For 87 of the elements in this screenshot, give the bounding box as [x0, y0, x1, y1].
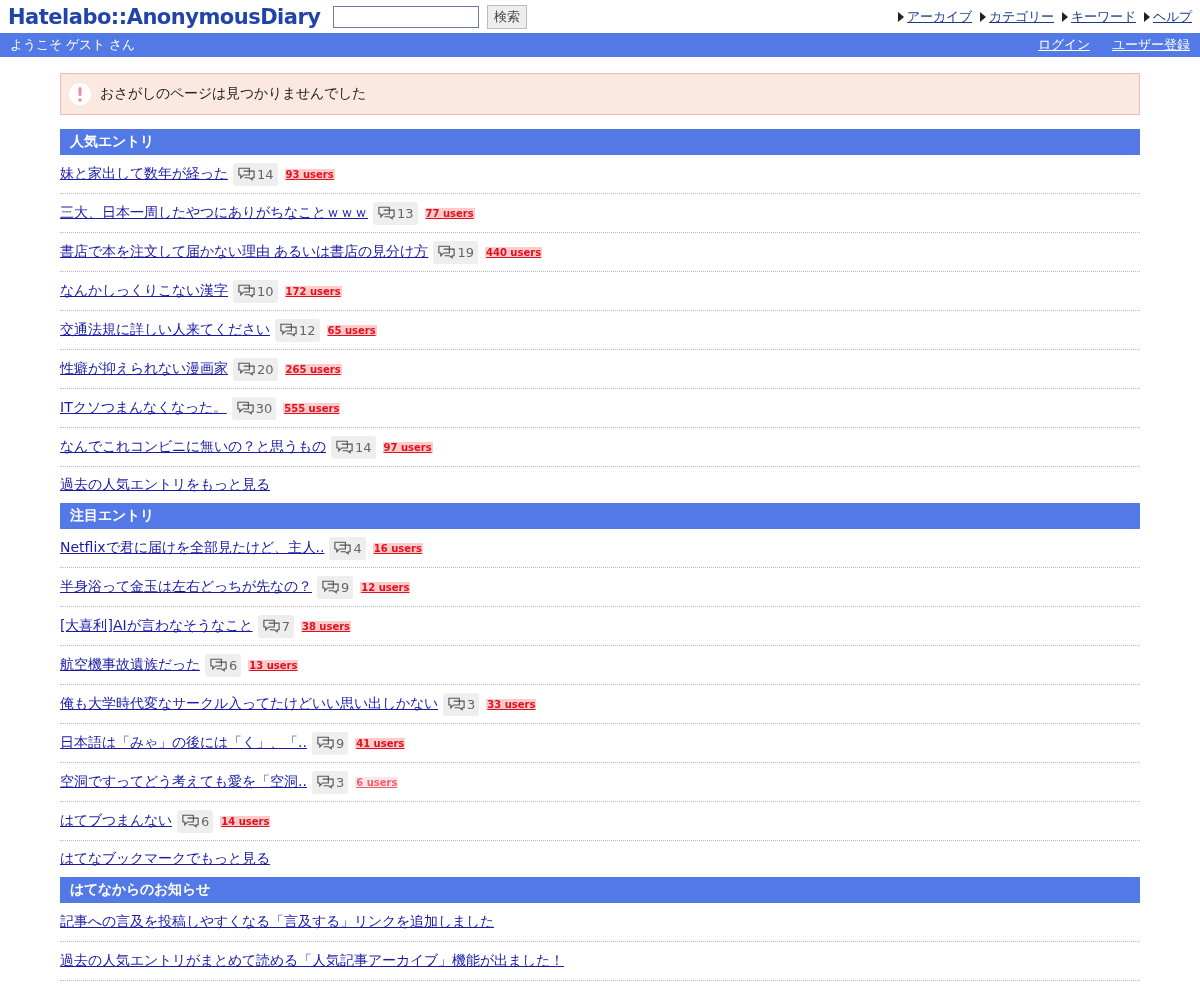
- speech-bubbles-icon: [315, 736, 335, 750]
- entry-link[interactable]: 半身浴って金玉は左右どっちが先なの？: [60, 578, 312, 596]
- welcome-text: ようこそ ゲスト さん: [10, 36, 136, 54]
- nav-link[interactable]: アーカイブ: [907, 8, 972, 26]
- speech-bubbles-icon: [447, 697, 466, 711]
- speech-bubbles-icon: [181, 814, 200, 828]
- arrow-icon: [898, 12, 904, 22]
- bookmark-count[interactable]: 41 users: [355, 737, 406, 749]
- bookmark-count[interactable]: 93 users: [284, 168, 335, 180]
- nav-link[interactable]: カテゴリー: [989, 8, 1054, 26]
- bookmark-count[interactable]: 33 users: [486, 698, 537, 710]
- entry-link[interactable]: ITクソつまんなくなった。: [60, 399, 227, 417]
- speech-bubbles-icon: [237, 167, 256, 181]
- bookmark-count[interactable]: 265 users: [284, 363, 342, 375]
- arrow-icon: [1144, 12, 1150, 22]
- bookmark-count[interactable]: 6 users: [355, 776, 399, 788]
- speech-bubbles-icon: [235, 401, 255, 415]
- speech-bubbles-icon: [333, 541, 353, 555]
- comment-count[interactable]: 12: [275, 318, 320, 342]
- entry-link[interactable]: 日本語は「みゃ」の後には「く」、「..: [60, 734, 307, 752]
- speech-bubbles-icon: [377, 206, 396, 220]
- nav-link[interactable]: キーワード: [1071, 8, 1136, 26]
- comment-count[interactable]: 19: [433, 240, 478, 264]
- entry-link[interactable]: なんでこれコンビニに無いの？と思うもの: [60, 438, 326, 456]
- exclamation-icon: [69, 83, 91, 105]
- entry-link[interactable]: 妹と家出して数年が経った: [60, 165, 228, 183]
- section-header: 注目エントリ: [60, 503, 1140, 529]
- speech-bubbles-icon: [237, 362, 256, 376]
- account-link[interactable]: ユーザー登録: [1112, 36, 1190, 54]
- entry-link[interactable]: 記事への言及を投稿しやすくなる「言及する」リンクを追加しました: [60, 913, 494, 931]
- site-logo[interactable]: Hatelabo::AnonymousDiary: [8, 5, 321, 29]
- nav-link[interactable]: ヘルプ: [1153, 8, 1192, 26]
- bookmark-count[interactable]: 14 users: [220, 815, 271, 827]
- bookmark-count[interactable]: 97 users: [382, 441, 433, 453]
- entry-link[interactable]: [大喜利]AIが言わなそうなこと: [60, 617, 253, 635]
- speech-bubbles-icon: [335, 440, 354, 454]
- search-field[interactable]: [332, 6, 479, 28]
- bookmark-count[interactable]: 172 users: [284, 285, 342, 297]
- account-link[interactable]: ログイン: [1038, 36, 1090, 54]
- bookmark-count[interactable]: 77 users: [424, 207, 475, 219]
- bookmark-count[interactable]: 13 users: [248, 659, 299, 671]
- bookmark-count[interactable]: 16 users: [372, 542, 423, 554]
- comment-count[interactable]: 13: [373, 201, 418, 225]
- comment-count[interactable]: 4: [329, 536, 366, 560]
- comment-count[interactable]: 9: [311, 731, 349, 755]
- entry-link[interactable]: 三大、日本一周したやつにありがちなことｗｗｗ: [60, 204, 368, 222]
- bookmark-count[interactable]: 440 users: [485, 246, 543, 258]
- comment-count[interactable]: 3: [443, 692, 480, 716]
- entry-link[interactable]: 交通法規に詳しい人来てください: [60, 321, 270, 339]
- bookmark-count[interactable]: 65 users: [326, 324, 377, 336]
- arrow-icon: [980, 12, 986, 22]
- speech-bubbles-icon: [279, 323, 298, 337]
- section-header: はてなからのお知らせ: [60, 877, 1140, 903]
- speech-bubbles-icon: [209, 658, 228, 672]
- speech-bubbles-icon: [237, 284, 256, 298]
- comment-count[interactable]: 6: [177, 809, 214, 833]
- entry-link[interactable]: Netflixで君に届けを全部見たけど、主人..: [60, 539, 325, 557]
- comment-count[interactable]: 14: [233, 162, 278, 186]
- comment-count[interactable]: 10: [233, 279, 278, 303]
- entry-link[interactable]: 書店で本を注文して届かない理由 あるいは書店の見分け方: [60, 243, 429, 261]
- entry-link[interactable]: 俺も大学時代変なサークル入ってたけどいい思い出しかない: [60, 695, 438, 713]
- bookmark-count[interactable]: 38 users: [300, 620, 352, 632]
- comment-count[interactable]: 20: [233, 357, 278, 381]
- speech-bubbles-icon: [321, 580, 340, 594]
- arrow-icon: [1062, 12, 1068, 22]
- comment-count[interactable]: 6: [205, 653, 242, 677]
- search-button[interactable]: 検索: [486, 5, 527, 29]
- comment-count[interactable]: 7: [257, 614, 294, 638]
- comment-count[interactable]: 9: [317, 575, 354, 599]
- alert-message: おさがしのページは見つかりませんでした: [100, 85, 366, 103]
- comment-count[interactable]: 30: [231, 396, 277, 420]
- speech-bubbles-icon: [437, 245, 457, 259]
- comment-count[interactable]: 14: [331, 435, 376, 459]
- speech-bubbles-icon: [261, 619, 281, 633]
- comment-count[interactable]: 3: [311, 770, 349, 794]
- bookmark-count[interactable]: 555 users: [283, 402, 341, 414]
- speech-bubbles-icon: [315, 775, 335, 789]
- bookmark-count[interactable]: 12 users: [360, 581, 411, 593]
- entry-link[interactable]: 過去の人気エントリがまとめて読める「人気記事アーカイブ」機能が出ました！: [60, 952, 564, 970]
- entry-link[interactable]: はてブつまんない: [60, 812, 172, 830]
- more-link[interactable]: 過去の人気エントリをもっと見る: [60, 476, 270, 494]
- entry-link[interactable]: 性癖が抑えられない漫画家: [60, 360, 228, 378]
- entry-link[interactable]: 空洞ですってどう考えても愛を「空洞..: [60, 773, 307, 791]
- more-link[interactable]: はてなブックマークでもっと見る: [60, 850, 270, 868]
- section-header: 人気エントリ: [60, 129, 1140, 155]
- entry-link[interactable]: 航空機事故遺族だった: [60, 656, 200, 674]
- entry-link[interactable]: なんかしっくりこない漢字: [60, 282, 228, 300]
